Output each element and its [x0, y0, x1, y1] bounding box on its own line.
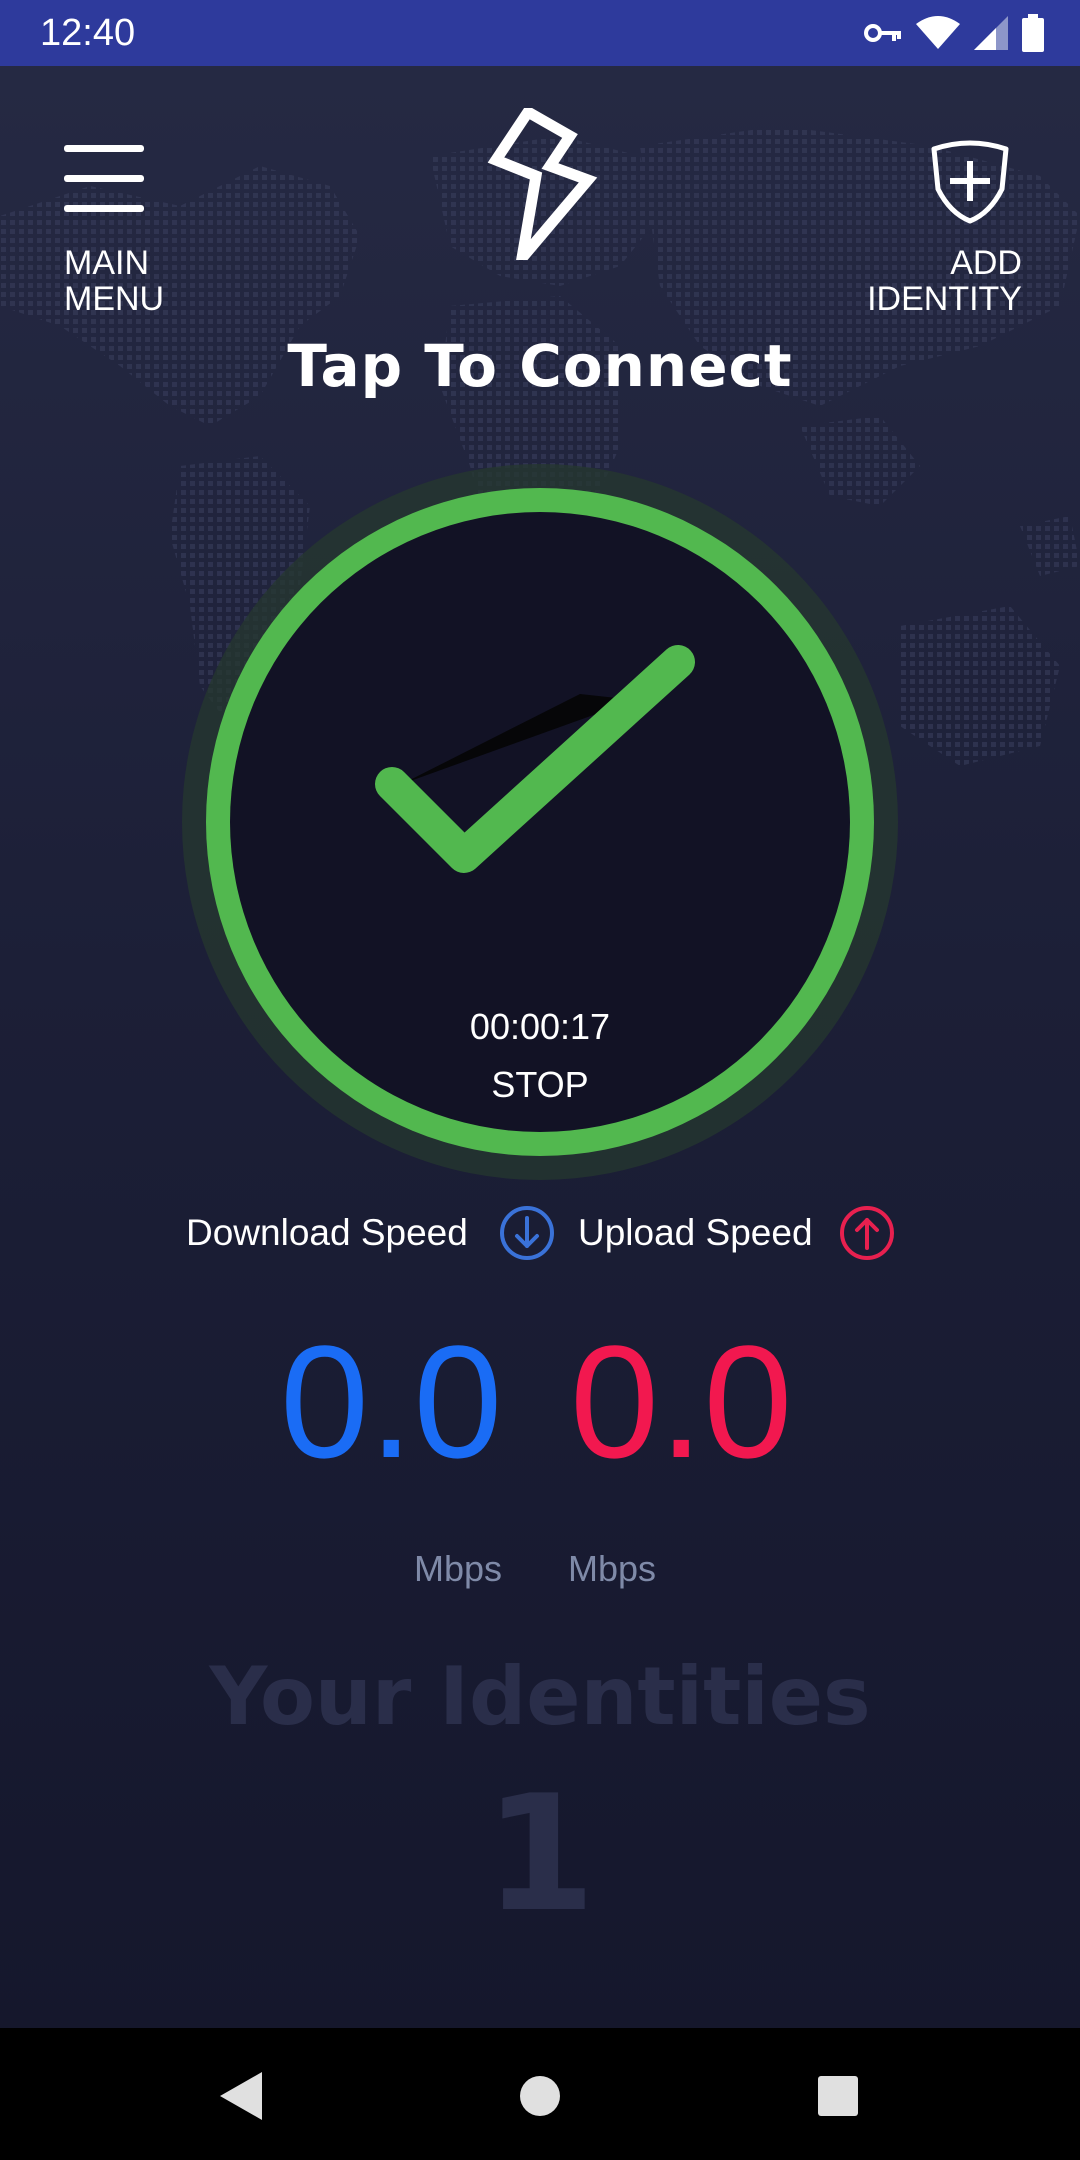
system-nav-bar [0, 2028, 1080, 2160]
main-menu-button[interactable]: MAIN MENU [56, 135, 186, 325]
download-speed-unit: Mbps [414, 1548, 503, 1589]
upload-speed-unit: Mbps [568, 1548, 657, 1589]
download-speed-value: 0.0 [280, 1312, 503, 1491]
connect-status-title: Tap To Connect [287, 332, 793, 400]
your-identities-title: Your Identities [209, 1650, 871, 1743]
recents-icon[interactable] [816, 2074, 860, 2118]
vpn-key-icon [864, 24, 901, 42]
shield-plus-icon [931, 140, 1009, 224]
bolt-logo-icon [487, 108, 598, 260]
upload-speed-label: Upload Speed [578, 1212, 813, 1253]
hamburger-menu-icon [64, 145, 144, 212]
main-menu-label: MAIN MENU [64, 244, 165, 318]
vpn-home-screen: 12:40 MAIN MENU ADD IDENTITY Tap To Conn… [0, 0, 1080, 2160]
status-bar: 12:40 [0, 0, 1080, 66]
speed-labels-row: Download Speed Upload Speed [0, 1200, 1080, 1270]
wifi-icon [916, 16, 960, 49]
download-arrow-icon [500, 1206, 554, 1260]
upload-arrow-icon [840, 1206, 894, 1260]
stop-label[interactable]: STOP [0, 1064, 1080, 1106]
add-identity-label: ADD IDENTITY [867, 244, 1022, 318]
identities-count[interactable]: 1 [0, 1760, 1080, 1947]
back-icon[interactable] [216, 2070, 264, 2122]
add-identity-button[interactable]: ADD IDENTITY [822, 135, 1022, 325]
connection-timer: 00:00:17 [469, 1006, 611, 1047]
home-icon[interactable] [518, 2074, 562, 2118]
battery-icon [1022, 14, 1044, 52]
upload-speed-value: 0.0 [570, 1312, 793, 1491]
status-time: 12:40 [40, 12, 136, 54]
status-icons [864, 12, 1044, 54]
cellular-signal-icon [974, 16, 1008, 50]
download-speed-label: Download Speed [186, 1212, 468, 1253]
